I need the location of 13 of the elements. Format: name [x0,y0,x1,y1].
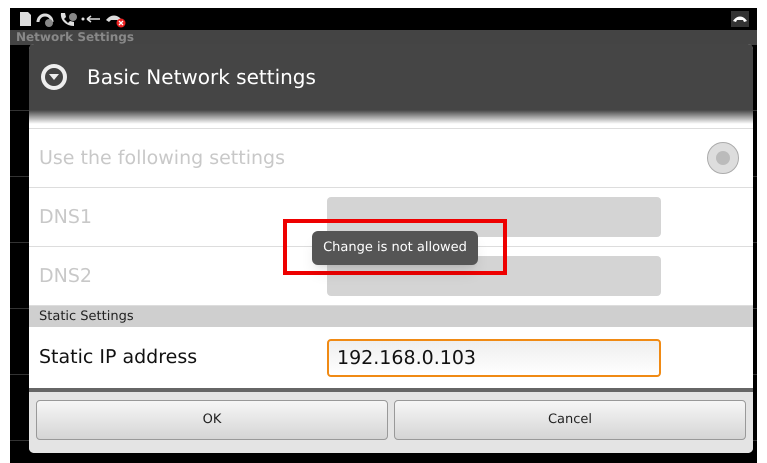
section-header: Static Settings [39,309,134,324]
dialog-title: Basic Network settings [87,64,316,91]
arrow-icon [81,14,101,24]
field-label: Static IP address [39,345,198,370]
dialog-button[interactable]: OK [36,400,388,440]
input-field[interactable]: 192.168.0.103 [327,338,661,376]
phone-icon [58,10,78,28]
dialog-button[interactable]: Cancel [394,400,746,440]
toast: Change is not allowed [312,231,478,265]
phone-icon [731,11,749,27]
dropdown-icon [39,62,69,92]
sd-card-icon [18,11,32,27]
app-bar-title: Network Settings [16,30,134,44]
